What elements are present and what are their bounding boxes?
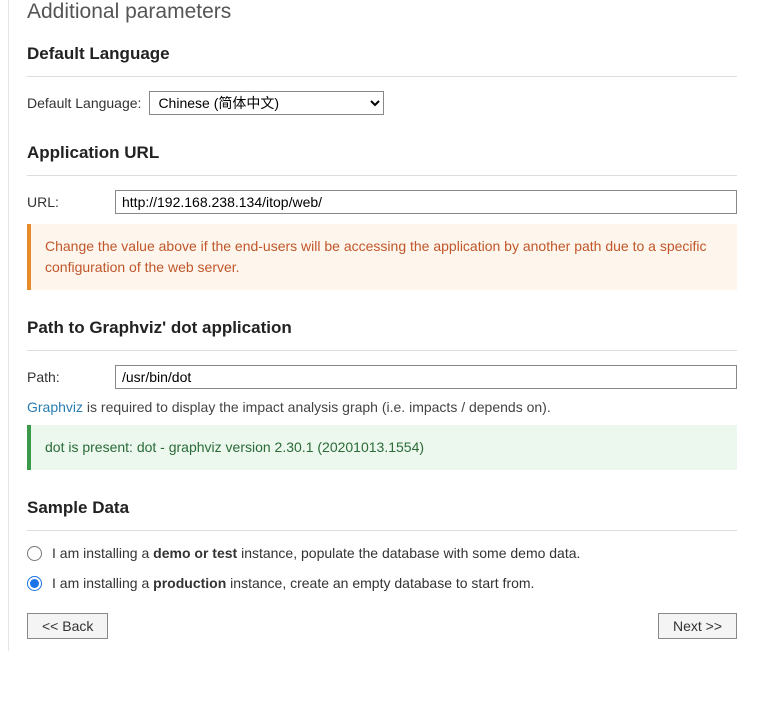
section-heading-app-url: Application URL	[27, 143, 737, 163]
sample-data-option-demo[interactable]: I am installing a demo or test instance,…	[27, 545, 737, 561]
graphviz-success: dot is present: dot - graphviz version 2…	[27, 425, 737, 470]
sample-data-option-production[interactable]: I am installing a production instance, c…	[27, 575, 737, 591]
section-heading-default-language: Default Language	[27, 44, 737, 64]
graphviz-help-text: Graphviz is required to display the impa…	[27, 399, 737, 415]
graphviz-link[interactable]: Graphviz	[27, 399, 83, 415]
divider	[27, 530, 737, 531]
section-heading-graphviz: Path to Graphviz' dot application	[27, 318, 737, 338]
radio-production-label: I am installing a production instance, c…	[52, 575, 534, 591]
divider	[27, 76, 737, 77]
page-title: Additional parameters	[27, 0, 737, 24]
radio-production[interactable]	[27, 576, 42, 591]
default-language-select[interactable]: Chinese (简体中文)	[149, 91, 384, 115]
next-button[interactable]: Next >>	[658, 613, 737, 639]
app-url-warning: Change the value above if the end-users …	[27, 224, 737, 290]
divider	[27, 350, 737, 351]
app-url-label: URL:	[27, 194, 107, 210]
radio-demo[interactable]	[27, 546, 42, 561]
default-language-label: Default Language:	[27, 95, 141, 111]
divider	[27, 175, 737, 176]
graphviz-help-rest: is required to display the impact analys…	[83, 399, 551, 415]
app-url-input[interactable]	[115, 190, 737, 214]
radio-demo-label: I am installing a demo or test instance,…	[52, 545, 580, 561]
section-heading-sample-data: Sample Data	[27, 498, 737, 518]
graphviz-path-label: Path:	[27, 369, 107, 385]
graphviz-path-input[interactable]	[115, 365, 737, 389]
back-button[interactable]: << Back	[27, 613, 108, 639]
